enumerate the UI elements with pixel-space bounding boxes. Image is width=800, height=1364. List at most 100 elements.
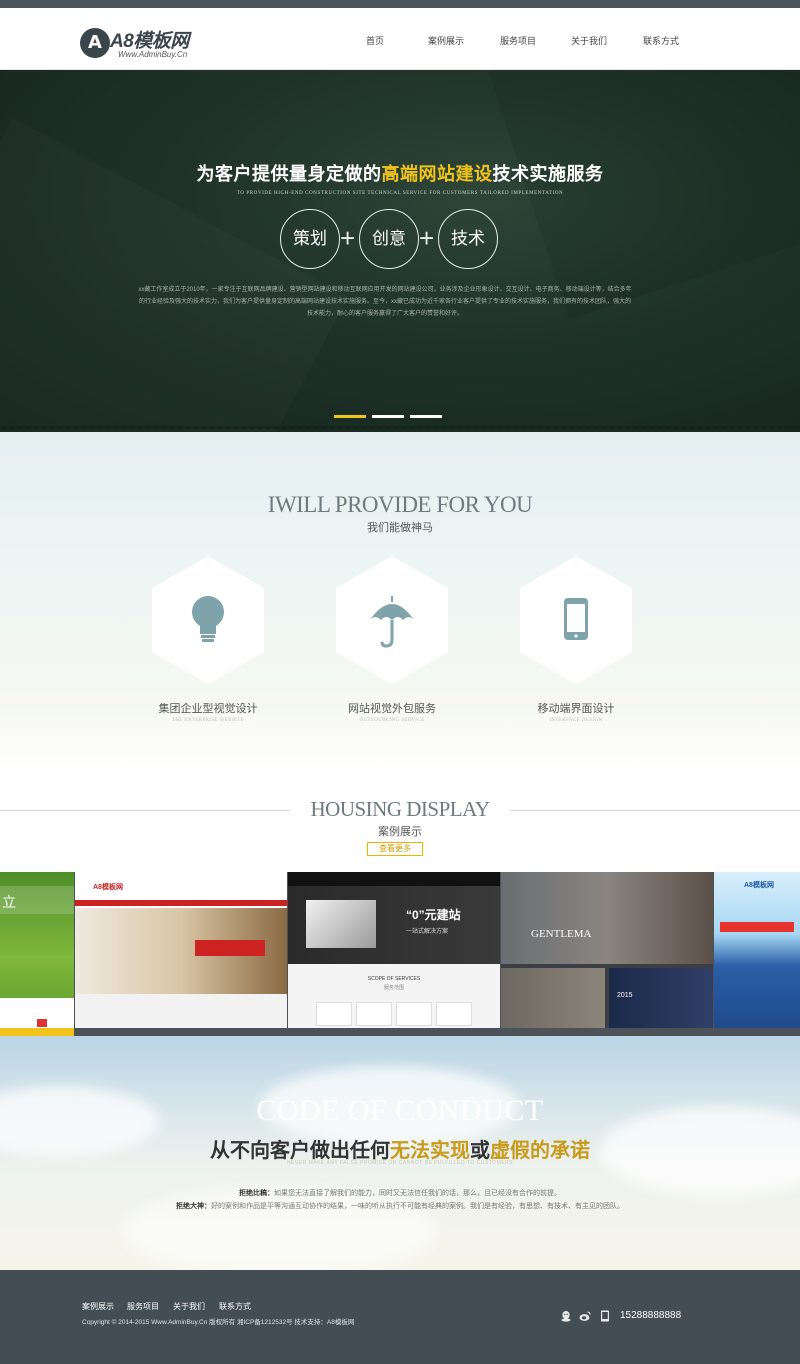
conduct-subtitle: NEVER MAKE ANY FALSE PROMISE OR CANNOT B… bbox=[286, 1160, 514, 1166]
conduct-title-part: 从不向客户做出任何 bbox=[210, 1140, 390, 1162]
hero-title-part: 技术实施服务 bbox=[492, 164, 604, 184]
conduct-title: 从不向客户做出任何无法实现或虚假的承诺 bbox=[0, 1134, 800, 1163]
site-footer: 案例展示 服务项目 关于我们 联系方式 Copyright © 2014-201… bbox=[0, 1270, 800, 1364]
hero-description: xx藏工作室成立于2010年，一家专注于互联网品牌建设、营销型网站建设和移动互联… bbox=[138, 287, 632, 317]
thumb-logo: A8模板网 bbox=[93, 884, 123, 891]
conduct-title-en: CODE OF CONDUCT bbox=[256, 1094, 544, 1127]
thumb-headline: “0”元建站 bbox=[406, 908, 461, 922]
conduct-line-label: 拒绝比稿： bbox=[239, 1190, 274, 1197]
thumb-service-box bbox=[316, 1002, 352, 1026]
thumb-nav bbox=[75, 900, 287, 906]
hero-circle-creative: 创意 bbox=[359, 209, 419, 269]
case-thumbnail[interactable]: GENTLEMA 2015 bbox=[501, 872, 713, 1028]
case-thumbnail[interactable]: 立 bbox=[0, 872, 74, 1028]
hero-title-highlight: 高端网站建设 bbox=[381, 164, 493, 184]
conduct-section: CODE OF CONDUCT 从不向客户做出任何无法实现或虚假的承诺 NEVE… bbox=[0, 1036, 800, 1270]
services-subtitle: 我们能做神马 bbox=[367, 522, 433, 534]
service-label: 网站视觉外包服务 bbox=[348, 703, 436, 715]
footer-link-contact[interactable]: 联系方式 bbox=[219, 1301, 251, 1312]
service-sublabel: INTERFACE DESIGN bbox=[549, 718, 603, 723]
nav-item-about[interactable]: 关于我们 bbox=[571, 34, 607, 47]
services-section: IWILL PROVIDE FOR YOU 我们能做神马 集团企业型视觉设计 T… bbox=[0, 432, 800, 770]
footer-phone: 15288888888 bbox=[620, 1310, 682, 1321]
cloud-decoration bbox=[120, 1186, 440, 1270]
nav-item-home[interactable]: 首页 bbox=[366, 34, 384, 47]
hero-title-part: 为客户提供量身定做的 bbox=[196, 164, 382, 184]
service-sublabel: OUTSOURCING SERVICE bbox=[359, 718, 425, 723]
thumb-banner bbox=[720, 922, 794, 932]
thumb-service-box bbox=[436, 1002, 472, 1026]
conduct-line: 拒绝比稿：如果您无法直接了解我们的能力，同时又无法信任我们的话，那么，且已经没有… bbox=[0, 1188, 800, 1198]
thumb-icons-row bbox=[75, 994, 287, 1028]
thumb-photo bbox=[501, 968, 605, 1028]
footer-link-about[interactable]: 关于我们 bbox=[173, 1301, 205, 1312]
conduct-title-highlight: 虚假的承诺 bbox=[490, 1140, 590, 1162]
hero-subtitle: TO PROVIDE HIGH-END CONSTRUCTION SITE TE… bbox=[236, 191, 564, 196]
nav-item-contact[interactable]: 联系方式 bbox=[643, 34, 679, 47]
conduct-title-part: 或 bbox=[470, 1140, 490, 1162]
gallery-scroll-indicator[interactable] bbox=[0, 1028, 74, 1036]
thumb-banner bbox=[195, 940, 265, 956]
logo-subtext: Www.AdminBuy.Cn bbox=[118, 50, 188, 59]
thumb-services-sub: 服务范围 bbox=[383, 985, 404, 991]
logo-mark-icon: A bbox=[80, 28, 110, 58]
conduct-line-text: 好的案例和作品是平等沟通互动协作的结果，一味的听从执行不可能有经典的案例。我们是… bbox=[211, 1203, 624, 1210]
plus-icon: + bbox=[419, 223, 435, 253]
hero-title: 为客户提供量身定做的高端网站建设技术实施服务 bbox=[0, 160, 800, 186]
umbrella-icon bbox=[370, 596, 414, 648]
service-label: 集团企业型视觉设计 bbox=[158, 703, 258, 715]
footer-link-cases[interactable]: 案例展示 bbox=[82, 1301, 114, 1312]
service-hexagon[interactable] bbox=[336, 556, 448, 684]
top-strip bbox=[0, 0, 800, 8]
hero-circle-tech: 技术 bbox=[438, 209, 498, 269]
plus-icon: + bbox=[340, 223, 356, 253]
gallery-scrollbar bbox=[0, 1028, 800, 1036]
conduct-line: 拒绝大神：好的案例和作品是平等沟通互动协作的结果，一味的听从执行不可能有经典的案… bbox=[0, 1201, 800, 1211]
footer-link-services[interactable]: 服务项目 bbox=[127, 1301, 159, 1312]
thumb-icon bbox=[37, 1019, 47, 1027]
cases-gallery: 立 A8模板网 “0”元建站 一站式解决方案 SCOPE OF SERVICES… bbox=[0, 872, 800, 1036]
conduct-line-label: 拒绝大神： bbox=[176, 1203, 211, 1210]
mobile-icon bbox=[564, 598, 588, 640]
thumb-device bbox=[306, 900, 376, 948]
nav-item-cases[interactable]: 案例展示 bbox=[428, 34, 464, 47]
phone-icon bbox=[601, 1310, 609, 1322]
conduct-line-text: 如果您无法直接了解我们的能力，同时又无法信任我们的话，那么，且已经没有合作的前提… bbox=[274, 1190, 561, 1197]
thumb-hero-image bbox=[501, 872, 713, 964]
service-hexagon[interactable] bbox=[152, 556, 264, 684]
service-sublabel: THE ENTERPRISE WEBSITE bbox=[171, 718, 245, 723]
thumb-headline: GENTLEMA bbox=[531, 928, 592, 940]
thumb-year: 2015 bbox=[617, 992, 633, 999]
case-thumbnail[interactable]: A8模板网 bbox=[75, 872, 287, 1028]
thumb-logo: A8模板网 bbox=[744, 882, 774, 889]
slider-dot[interactable] bbox=[410, 415, 442, 418]
thumb-text: 立 bbox=[2, 894, 16, 910]
conduct-title-highlight: 无法实现 bbox=[390, 1140, 470, 1162]
cases-section-header: HOUSING DISPLAY 案例展示 查看更多 bbox=[0, 770, 800, 870]
footer-copyright: Copyright © 2014-2015 Www.AdminBuy.Cn 版权… bbox=[82, 1319, 355, 1326]
thumb-service-box bbox=[356, 1002, 392, 1026]
case-thumbnail[interactable]: “0”元建站 一站式解决方案 SCOPE OF SERVICES 服务范围 bbox=[288, 872, 500, 1028]
weibo-icon[interactable] bbox=[579, 1310, 591, 1322]
hero-circle-planning: 策划 bbox=[280, 209, 340, 269]
slider-dot[interactable] bbox=[334, 415, 366, 418]
slider-dot[interactable] bbox=[372, 415, 404, 418]
cases-title: HOUSING DISPLAY bbox=[310, 797, 491, 821]
service-hexagon[interactable] bbox=[520, 556, 632, 684]
service-label: 移动端界面设计 bbox=[537, 703, 615, 715]
logo-text: A8模板网 bbox=[110, 31, 189, 52]
view-more-button[interactable]: 查看更多 bbox=[367, 842, 423, 856]
services-title: IWILL PROVIDE FOR YOU bbox=[267, 492, 533, 517]
nav-item-services[interactable]: 服务项目 bbox=[500, 34, 536, 47]
site-logo[interactable]: A A8模板网 Www.AdminBuy.Cn bbox=[80, 26, 220, 62]
case-thumbnail[interactable]: A8模板网 bbox=[714, 872, 800, 1028]
lightbulb-icon bbox=[192, 596, 224, 642]
thumb-nav bbox=[288, 872, 500, 886]
thumb-service-box bbox=[396, 1002, 432, 1026]
thumb-subline: 一站式解决方案 bbox=[406, 929, 449, 935]
qq-icon[interactable] bbox=[560, 1310, 572, 1322]
cases-subtitle: 案例展示 bbox=[378, 826, 422, 838]
hero-banner: 为客户提供量身定做的高端网站建设技术实施服务 TO PROVIDE HIGH-E… bbox=[0, 70, 800, 432]
site-header: A A8模板网 Www.AdminBuy.Cn 首页 案例展示 服务项目 关于我… bbox=[0, 8, 800, 70]
thumb-services-title: SCOPE OF SERVICES bbox=[367, 976, 421, 982]
